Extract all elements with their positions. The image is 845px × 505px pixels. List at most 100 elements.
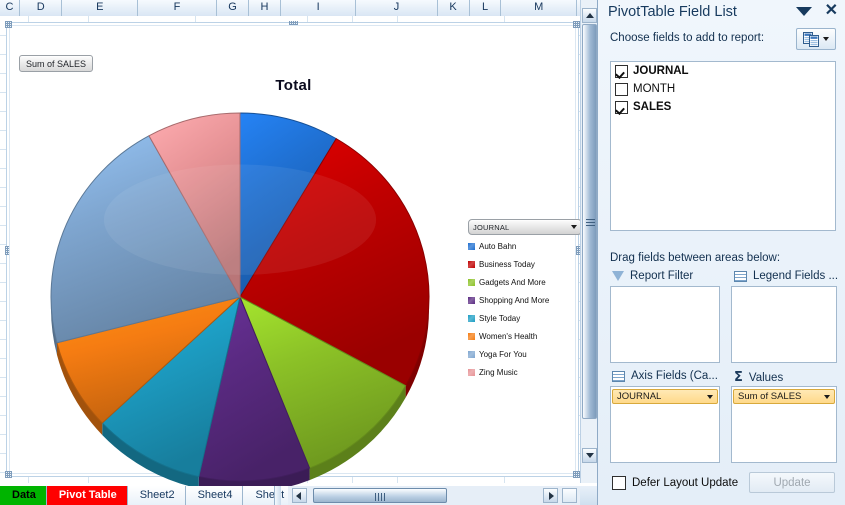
- field-pill-sum-of-sales-label: Sum of SALES: [738, 391, 802, 402]
- chevron-down-icon: [823, 37, 829, 41]
- column-header-e[interactable]: E: [62, 0, 138, 16]
- legend-item[interactable]: Shopping And More: [468, 291, 586, 309]
- zone-header-legend-fields: Legend Fields ...: [734, 270, 838, 282]
- field-pill-journal[interactable]: JOURNAL: [612, 389, 718, 404]
- drag-fields-label: Drag fields between areas below:: [610, 252, 781, 264]
- legend-item[interactable]: Women's Health: [468, 327, 586, 345]
- legend-item[interactable]: Style Today: [468, 309, 586, 327]
- resize-handle-top-right[interactable]: [573, 21, 580, 28]
- worksheet-area: CDEFGHIJKLMN Sum of SALES Total Auto Bah…: [0, 0, 597, 505]
- resize-handle-bottom-right[interactable]: [573, 471, 580, 478]
- sheet-tab-label: Sheet2: [139, 489, 175, 501]
- field-name-label: SALES: [633, 101, 672, 113]
- legend-item[interactable]: Gadgets And More: [468, 273, 586, 291]
- close-icon[interactable]: ✕: [825, 3, 838, 19]
- pie-chart-svg: Auto BahnBusiness TodayGadgets And MoreS…: [50, 112, 430, 487]
- column-header-j[interactable]: J: [356, 0, 438, 16]
- sheet-tab-sheet[interactable]: Sheet: [243, 486, 291, 505]
- legend-swatch: [468, 314, 475, 322]
- scroll-left-button[interactable]: [292, 488, 307, 503]
- column-header-k[interactable]: K: [437, 0, 470, 16]
- legend-swatch: [468, 260, 475, 268]
- drop-zone-report-filter[interactable]: [610, 286, 720, 363]
- excel-pivotchart-window: CDEFGHIJKLMN Sum of SALES Total Auto Bah…: [0, 0, 845, 505]
- legend-item[interactable]: Business Today: [468, 255, 586, 273]
- chevron-down-icon: [707, 394, 713, 399]
- legend-item[interactable]: Yoga For You: [468, 345, 586, 363]
- field-name-label: JOURNAL: [633, 65, 689, 77]
- chart-legend-field-label: JOURNAL: [473, 222, 510, 232]
- chart-value-field-button[interactable]: Sum of SALES: [19, 55, 94, 72]
- legend-item[interactable]: Auto Bahn: [468, 237, 586, 255]
- update-button[interactable]: Update: [749, 472, 835, 493]
- legend-label: Zing Music: [479, 367, 518, 377]
- defer-layout-update-row[interactable]: Defer Layout Update: [612, 476, 738, 490]
- arrow-right-icon: [549, 492, 554, 500]
- horizontal-scrollbar-thumb[interactable]: [313, 488, 447, 503]
- resize-handle-left-middle[interactable]: [5, 245, 9, 255]
- resize-handle-top-left[interactable]: [5, 21, 12, 28]
- field-list-layout-button[interactable]: [796, 28, 836, 50]
- defer-layout-update-checkbox[interactable]: [612, 476, 626, 490]
- column-header-row: CDEFGHIJKLMN: [0, 0, 597, 17]
- resize-handle-top-middle[interactable]: [288, 21, 298, 25]
- field-checkbox-month[interactable]: [615, 82, 628, 96]
- column-header-m[interactable]: M: [501, 0, 578, 16]
- scroll-down-button[interactable]: [582, 448, 597, 463]
- legend-label: Shopping And More: [479, 295, 550, 305]
- field-row-sales[interactable]: SALES: [611, 98, 835, 116]
- sheet-tab-label: Pivot Table: [58, 489, 117, 501]
- sheet-tab-label: Data: [12, 489, 36, 501]
- column-header-c[interactable]: C: [0, 0, 20, 16]
- tab-split-handle[interactable]: [274, 486, 281, 505]
- column-header-l[interactable]: L: [469, 0, 502, 16]
- arrow-left-icon: [296, 492, 301, 500]
- field-pill-sum-of-sales[interactable]: Sum of SALES: [733, 389, 835, 404]
- scroll-up-button[interactable]: [582, 8, 597, 23]
- zone-label-axis-fields: Axis Fields (Ca...: [631, 370, 718, 382]
- sheet-tab-sheet4[interactable]: Sheet4: [185, 486, 244, 505]
- resize-handle-bottom-left[interactable]: [5, 471, 12, 478]
- chart-legend-field-button[interactable]: JOURNAL: [468, 219, 582, 235]
- field-pill-journal-label: JOURNAL: [617, 391, 662, 402]
- chevron-down-icon[interactable]: [796, 7, 812, 16]
- field-checkbox-journal[interactable]: [615, 64, 628, 78]
- legend-swatch: [468, 296, 475, 304]
- chart-legend: Auto Bahn Business Today Gadgets And More S…: [468, 237, 586, 381]
- vertical-scrollbar[interactable]: [580, 0, 597, 483]
- legend-label: Gadgets And More: [479, 277, 546, 287]
- field-row-journal[interactable]: JOURNAL: [611, 62, 835, 80]
- legend-swatch: [468, 350, 475, 358]
- zone-header-report-filter: Report Filter: [612, 270, 693, 282]
- field-checkbox-list[interactable]: JOURNAL MONTH SALES: [610, 61, 836, 231]
- field-row-month[interactable]: MONTH: [611, 80, 835, 98]
- scrollbar-grip-icon: [586, 217, 595, 226]
- field-checkbox-sales[interactable]: [615, 100, 628, 114]
- column-header-g[interactable]: G: [217, 0, 249, 16]
- panel-title-bar: PivotTable Field List ✕: [598, 0, 845, 27]
- sheet-tab-pivot-table[interactable]: Pivot Table: [46, 486, 128, 505]
- sheet-tab-data[interactable]: Data: [0, 486, 47, 505]
- column-header-i[interactable]: I: [280, 0, 357, 16]
- drop-zone-legend-fields[interactable]: [731, 286, 837, 363]
- chevron-down-icon: [824, 394, 830, 399]
- scroll-right-button[interactable]: [543, 488, 558, 503]
- choose-fields-label: Choose fields to add to report:: [610, 32, 765, 44]
- table-icon: [612, 370, 625, 382]
- chevron-down-icon: [571, 225, 577, 229]
- pie-chart[interactable]: Auto BahnBusiness TodayGadgets And MoreS…: [47, 105, 437, 487]
- column-header-f[interactable]: F: [138, 0, 218, 16]
- zone-label-report-filter: Report Filter: [630, 270, 694, 282]
- update-button-label: Update: [773, 476, 811, 489]
- vertical-scrollbar-thumb[interactable]: [582, 24, 597, 419]
- sheet-tab-sheet2[interactable]: Sheet2: [127, 486, 186, 505]
- legend-label: Style Today: [479, 313, 521, 323]
- pie-gloss-highlight: [103, 164, 377, 275]
- scrollbar-grip-icon: [375, 493, 386, 501]
- legend-item[interactable]: Zing Music: [468, 363, 586, 381]
- column-header-h[interactable]: H: [248, 0, 281, 16]
- chart-object[interactable]: Sum of SALES Total Auto BahnBusiness Tod…: [5, 21, 582, 487]
- legend-swatch: [468, 278, 475, 286]
- column-header-d[interactable]: D: [19, 0, 63, 16]
- horizontal-scrollbar[interactable]: [288, 486, 580, 505]
